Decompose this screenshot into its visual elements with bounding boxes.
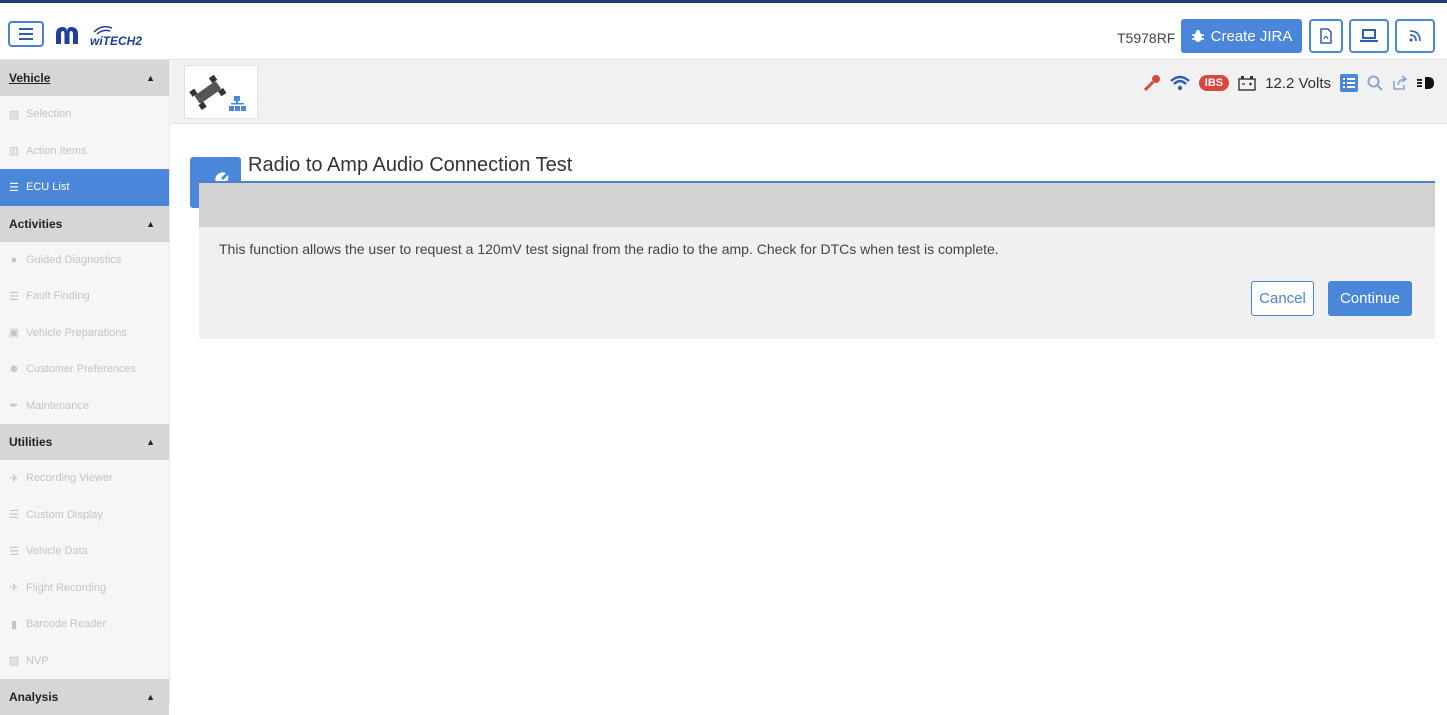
top-bar: wiTECH2 T5978RF Create JIRA bbox=[0, 0, 1447, 60]
sidebar-item-selection[interactable]: ▧ Selection bbox=[0, 96, 169, 133]
collapse-caret-icon: ▲ bbox=[146, 437, 155, 447]
pdf-icon bbox=[1320, 28, 1332, 44]
mopar-logo bbox=[52, 24, 82, 48]
sidebar-item-custom-display[interactable]: ☰ Custom Display bbox=[0, 497, 169, 534]
section-header-activities[interactable]: Activities ▲ bbox=[0, 205, 169, 242]
vin-label: T5978RF bbox=[1117, 30, 1176, 46]
card-body: This function allows the user to request… bbox=[199, 227, 1435, 339]
card-header-band bbox=[199, 183, 1435, 227]
menu-icon bbox=[19, 28, 33, 40]
wrench-icon: ✒ bbox=[9, 400, 19, 413]
sitemap-icon bbox=[229, 96, 246, 111]
sidebar-item-vehicle-data[interactable]: ☰ Vehicle Data bbox=[0, 533, 169, 570]
section-title: Utilities bbox=[9, 435, 53, 449]
collapse-caret-icon: ▲ bbox=[146, 692, 155, 702]
section-title: Analysis bbox=[9, 690, 59, 704]
list-icon: ☰ bbox=[9, 290, 19, 303]
sidebar-item-guided-diagnostics[interactable]: ● Guided Diagnostics bbox=[0, 242, 169, 279]
vehicle-chassis-icon bbox=[189, 74, 246, 111]
briefcase-icon: ▣ bbox=[8, 327, 20, 340]
sidebar-item-recording-viewer[interactable]: ✈ Recording Viewer bbox=[0, 460, 169, 497]
list-icon: ☰ bbox=[9, 545, 19, 558]
battery-icon bbox=[1238, 76, 1256, 91]
ibs-badge[interactable]: IBS bbox=[1198, 75, 1230, 91]
cancel-button[interactable]: Cancel bbox=[1251, 281, 1314, 316]
sidebar-item-label: Barcode Reader bbox=[26, 618, 107, 631]
vehicle-status-row: IBS 12.2 Volts bbox=[1143, 74, 1435, 92]
user-icon: ☻ bbox=[8, 363, 20, 376]
voltage-readout: 12.2 Volts bbox=[1265, 74, 1331, 92]
sidebar-item-customer-preferences[interactable]: ☻ Customer Preferences bbox=[0, 351, 169, 388]
sidebar: Vehicle ▲ ▧ Selection ▥ Action Items ☰ E… bbox=[0, 60, 170, 715]
sitemap-icon: ▥ bbox=[8, 145, 20, 158]
collapse-caret-icon: ▲ bbox=[146, 218, 155, 229]
bug-icon bbox=[1191, 30, 1204, 42]
car-icon: ▧ bbox=[8, 655, 20, 668]
sidebar-item-label: Maintenance bbox=[26, 399, 89, 412]
car-icon: ▧ bbox=[8, 108, 20, 121]
witech-logo: wiTECH2 bbox=[88, 23, 148, 49]
plane-icon: ✈ bbox=[9, 582, 19, 595]
laptop-button[interactable] bbox=[1349, 19, 1389, 53]
wifi-icon[interactable] bbox=[1169, 75, 1190, 91]
rss-button[interactable] bbox=[1395, 19, 1435, 53]
sidebar-item-flight-recording[interactable]: ✈ Flight Recording bbox=[0, 570, 169, 607]
list-icon: ☰ bbox=[9, 181, 19, 194]
section-header-utilities[interactable]: Utilities ▲ bbox=[0, 424, 169, 460]
continue-button[interactable]: Continue bbox=[1328, 281, 1412, 316]
gear-icon: ● bbox=[10, 253, 18, 266]
sidebar-item-label: Fault Finding bbox=[26, 290, 90, 303]
sidebar-item-label: ECU List bbox=[26, 181, 70, 194]
sidebar-item-maintenance[interactable]: ✒ Maintenance bbox=[0, 388, 169, 425]
vehicle-topology-thumbnail[interactable] bbox=[184, 65, 258, 119]
function-description: This function allows the user to request… bbox=[219, 241, 999, 257]
create-jira-label: Create JIRA bbox=[1210, 27, 1293, 45]
plane-icon: ✈ bbox=[9, 472, 19, 485]
hamburger-menu-button[interactable] bbox=[8, 21, 44, 47]
pdf-button[interactable] bbox=[1309, 19, 1343, 53]
sidebar-item-label: Action Items bbox=[26, 144, 87, 157]
create-jira-button[interactable]: Create JIRA bbox=[1181, 19, 1302, 53]
key-icon[interactable] bbox=[1143, 74, 1161, 92]
sidebar-item-label: Selection bbox=[26, 108, 72, 121]
sidebar-item-barcode-reader[interactable]: ▮ Barcode Reader bbox=[0, 606, 169, 643]
collapse-caret-icon: ▲ bbox=[146, 73, 155, 83]
sidebar-item-label: Flight Recording bbox=[26, 581, 107, 594]
sidebar-item-label: Customer Preferences bbox=[26, 363, 137, 376]
section-header-analysis[interactable]: Analysis ▲ bbox=[0, 679, 169, 715]
headlight-icon[interactable] bbox=[1417, 76, 1435, 90]
search-icon[interactable] bbox=[1367, 75, 1383, 91]
witech-logo-text: wiTECH2 bbox=[90, 34, 142, 48]
sidebar-item-fault-finding[interactable]: ☰ Fault Finding bbox=[0, 278, 169, 315]
sidebar-item-action-items[interactable]: ▥ Action Items bbox=[0, 133, 169, 170]
sidebar-item-label: Custom Display bbox=[26, 508, 104, 521]
laptop-icon bbox=[1360, 29, 1378, 42]
vehicle-toolstrip: IBS 12.2 Volts bbox=[171, 60, 1447, 124]
barcode-icon: ▮ bbox=[10, 618, 18, 631]
sidebar-item-label: Vehicle Preparations bbox=[26, 326, 127, 339]
sidebar-item-nvp[interactable]: ▧ NVP bbox=[0, 643, 169, 680]
list-view-icon[interactable] bbox=[1340, 74, 1358, 92]
sidebar-item-label: Recording Viewer bbox=[26, 472, 113, 485]
section-header-vehicle[interactable]: Vehicle ▲ bbox=[0, 60, 169, 96]
rss-icon bbox=[1409, 30, 1421, 42]
sidebar-item-ecu-list[interactable]: ☰ ECU List bbox=[0, 169, 169, 206]
sidebar-item-label: Guided Diagnostics bbox=[26, 253, 122, 266]
sidebar-item-label: NVP bbox=[26, 654, 49, 667]
sidebar-item-label: Vehicle Data bbox=[26, 545, 88, 558]
share-icon[interactable] bbox=[1392, 75, 1408, 91]
section-title: Vehicle bbox=[9, 71, 51, 85]
list-icon: ☰ bbox=[9, 509, 19, 522]
section-title: Activities bbox=[9, 216, 63, 231]
page-title: Radio to Amp Audio Connection Test bbox=[248, 154, 573, 176]
sidebar-item-vehicle-preparations[interactable]: ▣ Vehicle Preparations bbox=[0, 315, 169, 352]
